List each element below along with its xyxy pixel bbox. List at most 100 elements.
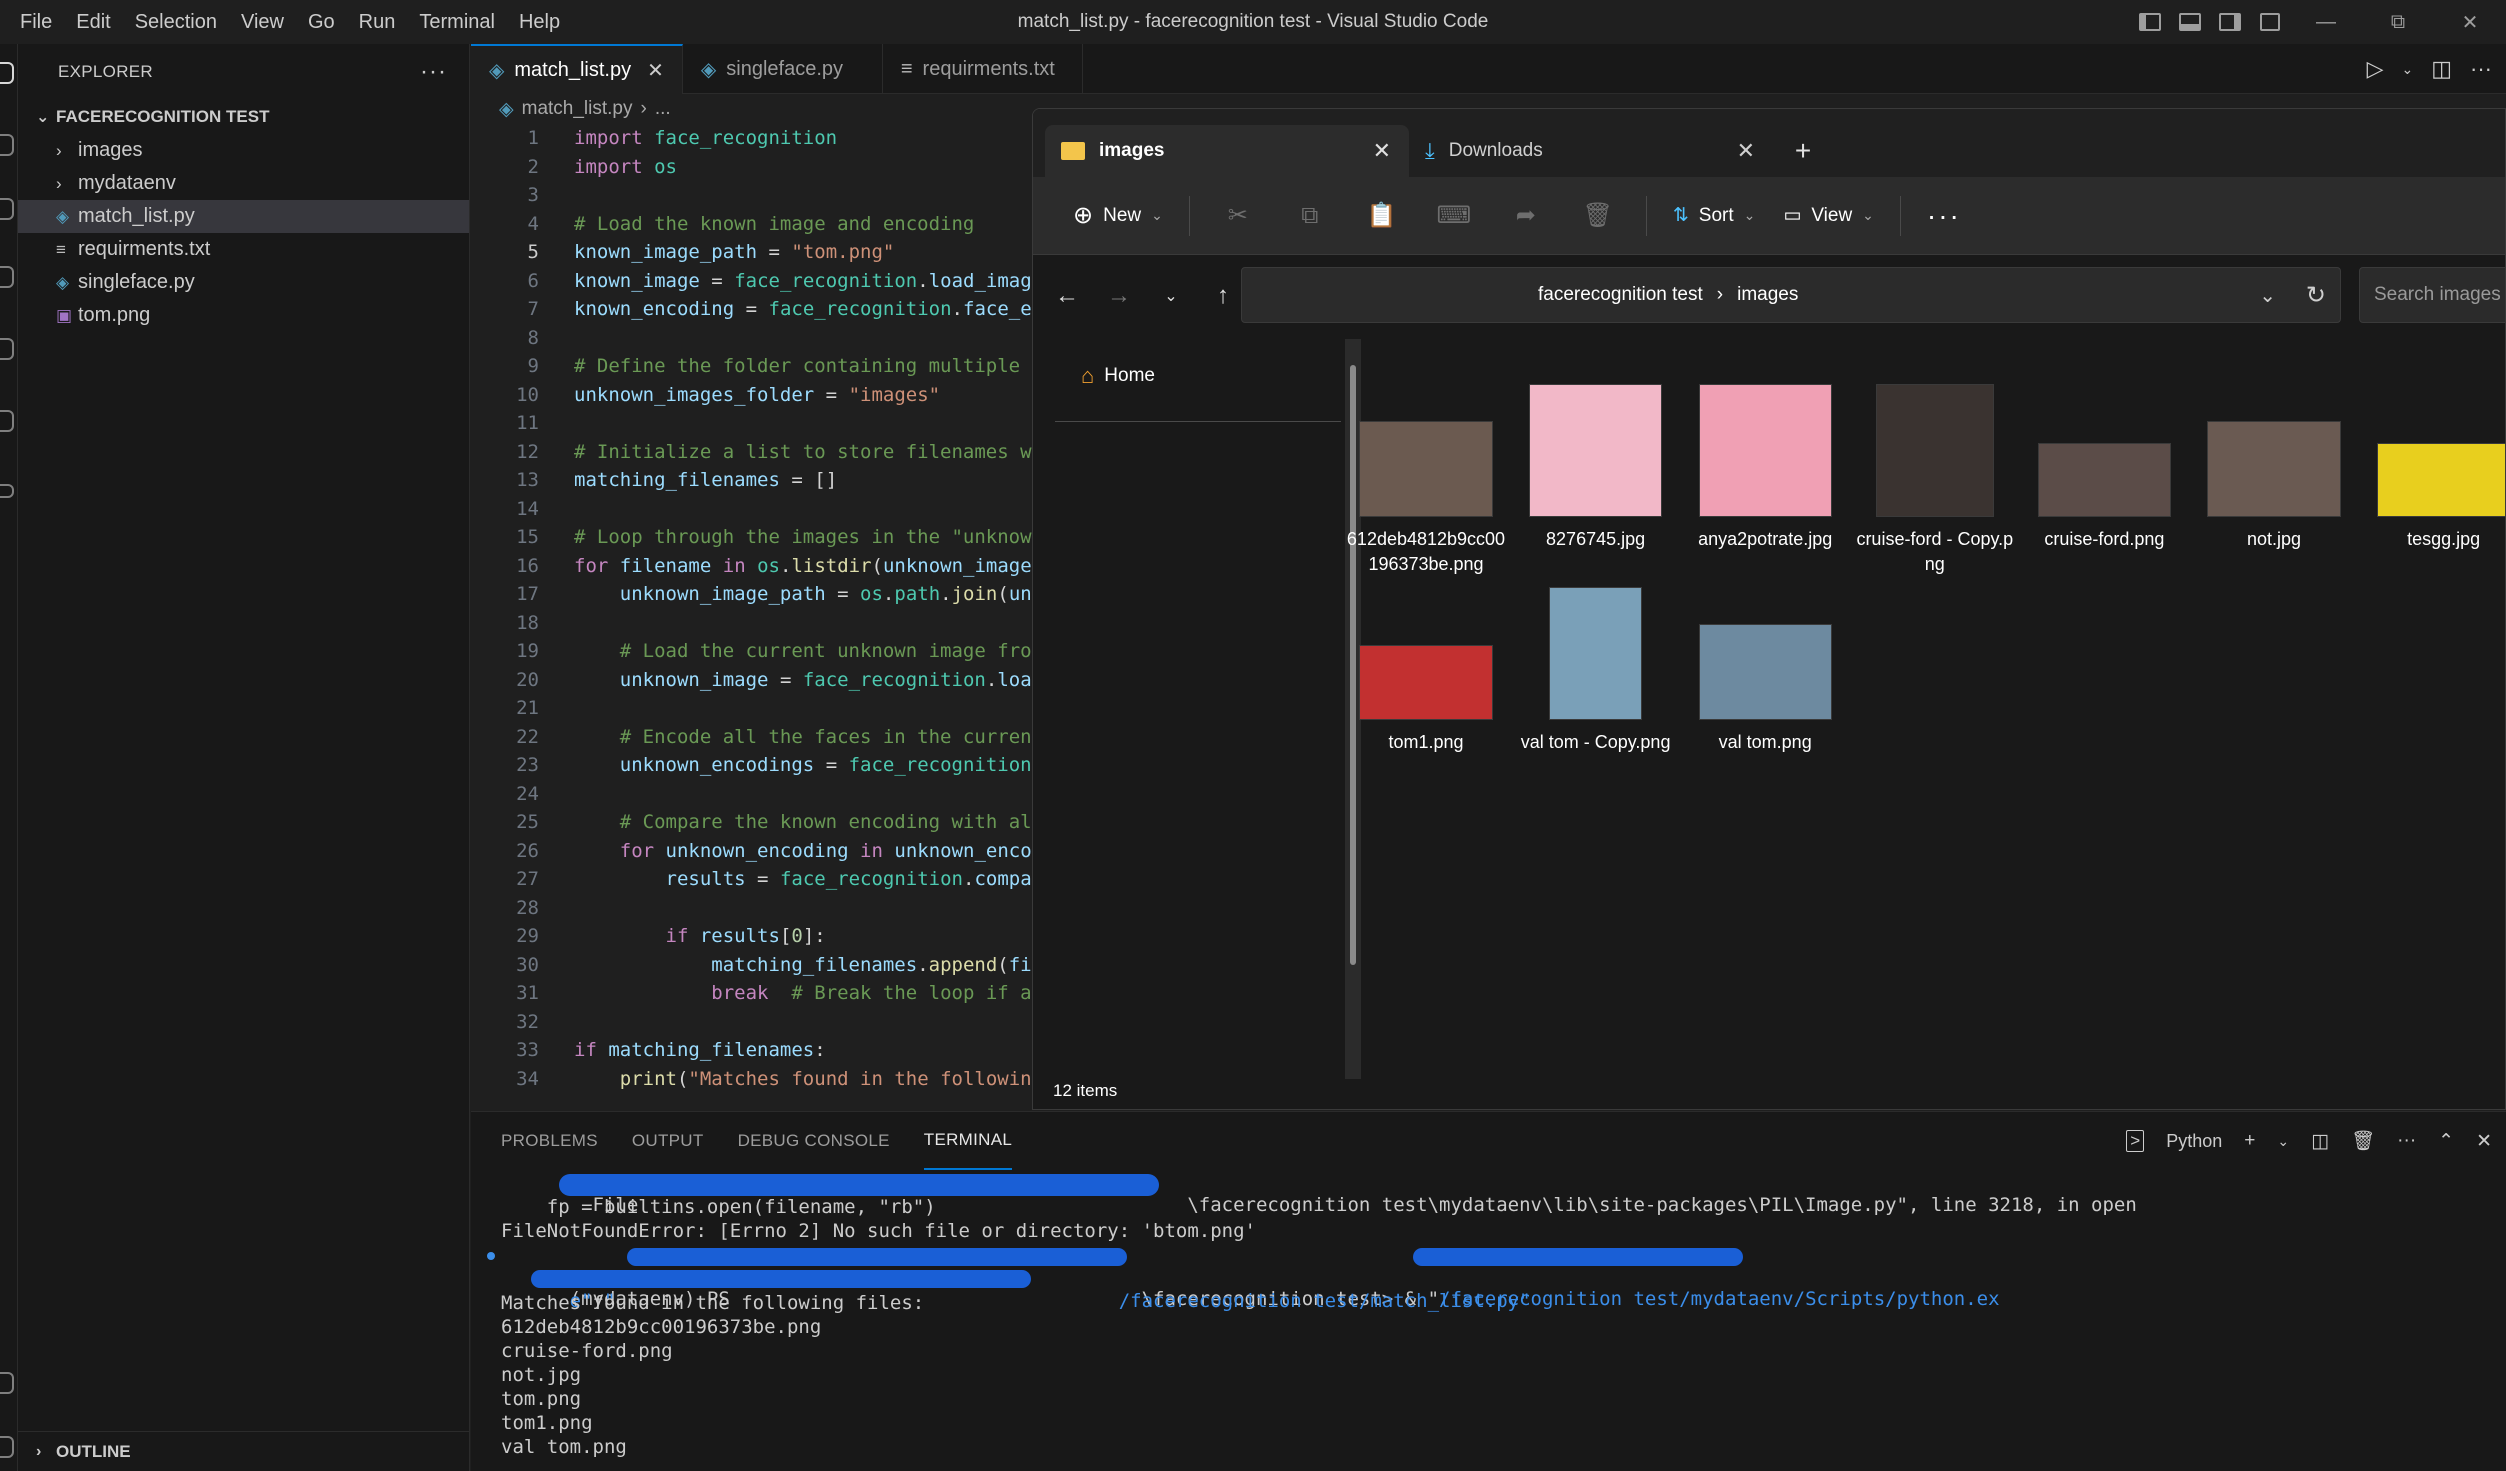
- file-item[interactable]: 8276745.jpg: [1521, 377, 1671, 552]
- tree-item-singleface[interactable]: ◈ singleface.py: [18, 266, 469, 299]
- explorer-activity-icon[interactable]: [0, 62, 14, 84]
- chevron-down-icon[interactable]: ⌄: [2277, 1133, 2289, 1150]
- workspace-folder[interactable]: ⌄ FACERECOGNITION TEST: [18, 100, 469, 134]
- menu-view[interactable]: View: [229, 0, 296, 44]
- toggle-secondary-sidebar-icon[interactable]: [2210, 0, 2250, 44]
- file-item[interactable]: cruise-ford.png: [2029, 377, 2179, 552]
- menu-edit[interactable]: Edit: [64, 0, 122, 44]
- more-actions-icon[interactable]: ···: [2470, 56, 2492, 82]
- toggle-primary-sidebar-icon[interactable]: [2130, 0, 2170, 44]
- menu-go[interactable]: Go: [296, 0, 347, 44]
- file-item[interactable]: 612deb4812b9cc00196373be.png: [1347, 377, 1505, 577]
- path-segment[interactable]: images: [1737, 284, 1798, 306]
- close-window-icon[interactable]: ✕: [2434, 0, 2506, 44]
- terminal-line: fp = builtins.open(filename, "rb"): [501, 1196, 2506, 1220]
- cut-icon[interactable]: ✂: [1202, 177, 1274, 255]
- file-item[interactable]: tesgg.jpg: [2369, 377, 2505, 552]
- tab-problems[interactable]: PROBLEMS: [501, 1112, 598, 1170]
- more-actions-icon[interactable]: ···: [420, 58, 447, 86]
- account-activity-icon[interactable]: [0, 1372, 14, 1394]
- source-control-activity-icon[interactable]: [0, 198, 14, 220]
- more-actions-icon[interactable]: ···: [2397, 1130, 2416, 1152]
- sidebar: EXPLORER ··· ⌄ FACERECOGNITION TEST › im…: [18, 44, 470, 1471]
- image-thumbnail-icon: [2037, 442, 2172, 517]
- close-tab-icon[interactable]: ✕: [1737, 138, 1755, 164]
- close-tab-icon[interactable]: ✕: [1373, 138, 1391, 164]
- tab-requirments[interactable]: ≡ requirments.txt: [883, 44, 1083, 94]
- chevron-down-icon[interactable]: ⌄: [2401, 61, 2413, 78]
- menu-file[interactable]: File: [8, 0, 64, 44]
- view-button[interactable]: ▭ View ⌄: [1769, 177, 1888, 255]
- tab-label: Downloads: [1448, 140, 1543, 161]
- tree-item-images[interactable]: › images: [18, 134, 469, 167]
- tree-item-tom-png[interactable]: ▣ tom.png: [18, 299, 469, 332]
- file-thumbnail-frame: [1528, 377, 1663, 517]
- minimize-icon[interactable]: —: [2290, 0, 2362, 44]
- recent-locations-icon[interactable]: ⌄: [1145, 286, 1197, 306]
- file-item[interactable]: not.jpg: [2199, 377, 2349, 552]
- testing-activity-icon[interactable]: [0, 484, 14, 498]
- copy-icon[interactable]: ⧉: [1274, 177, 1346, 255]
- terminal-line: tom.png: [501, 1388, 2506, 1412]
- new-terminal-icon[interactable]: +: [2244, 1130, 2255, 1152]
- new-tab-icon[interactable]: +: [1773, 125, 1833, 177]
- file-item[interactable]: val tom - Copy.png: [1521, 580, 1671, 755]
- remote-explorer-activity-icon[interactable]: [0, 410, 14, 432]
- menu-selection[interactable]: Selection: [123, 0, 229, 44]
- terminal-output[interactable]: File \facerecognition test\mydataenv\lib…: [471, 1172, 2506, 1460]
- close-tab-icon[interactable]: ✕: [647, 58, 664, 83]
- split-terminal-icon[interactable]: ◫: [2311, 1130, 2329, 1153]
- trash-icon[interactable]: 🗑: [2351, 1129, 2375, 1153]
- file-item[interactable]: cruise-ford - Copy.png: [1856, 377, 2013, 577]
- split-editor-icon[interactable]: ◫: [2431, 56, 2452, 82]
- tree-item-mydataenv[interactable]: › mydataenv: [18, 167, 469, 200]
- menu-run[interactable]: Run: [347, 0, 408, 44]
- toggle-panel-icon[interactable]: [2170, 0, 2210, 44]
- tab-match-list[interactable]: ◈ match_list.py ✕: [471, 44, 683, 94]
- run-debug-activity-icon[interactable]: [0, 266, 14, 288]
- search-activity-icon[interactable]: [0, 134, 14, 156]
- file-item[interactable]: anya2potrate.jpg: [1690, 377, 1840, 552]
- tree-item-match-list[interactable]: ◈ match_list.py: [18, 200, 469, 233]
- tab-images[interactable]: images ✕: [1045, 125, 1409, 177]
- tab-terminal[interactable]: TERMINAL: [923, 1112, 1013, 1170]
- tab-output[interactable]: OUTPUT: [632, 1112, 704, 1170]
- nav-item-home[interactable]: ⌂ Home: [1081, 363, 1155, 389]
- back-arrow-icon[interactable]: ←: [1041, 282, 1093, 310]
- restore-icon[interactable]: ⧉: [2362, 0, 2434, 44]
- outline-section[interactable]: › OUTLINE: [18, 1431, 470, 1471]
- tree-item-requirments[interactable]: ≡ requirments.txt: [18, 233, 469, 266]
- search-input[interactable]: Search images: [2359, 267, 2505, 323]
- share-icon[interactable]: ➦: [1490, 177, 1562, 255]
- paste-icon[interactable]: 📋: [1346, 177, 1418, 255]
- refresh-icon[interactable]: ↻: [2306, 281, 2326, 310]
- file-item[interactable]: tom1.png: [1351, 580, 1501, 755]
- code-text: if matching_filenames:: [574, 1039, 826, 1062]
- delete-icon[interactable]: 🗑: [1562, 177, 1634, 255]
- tab-debug-console[interactable]: DEBUG CONSOLE: [738, 1112, 890, 1170]
- rename-icon[interactable]: ⌨: [1418, 177, 1490, 255]
- close-panel-icon[interactable]: ✕: [2476, 1130, 2492, 1153]
- run-python-icon[interactable]: ▷: [2367, 56, 2384, 82]
- extensions-activity-icon[interactable]: [0, 338, 14, 360]
- new-button[interactable]: ⊕ New ⌄: [1059, 177, 1177, 255]
- sort-button[interactable]: ⇅ Sort ⌄: [1659, 177, 1770, 255]
- more-options-icon[interactable]: ···: [1913, 177, 1975, 255]
- menu-terminal[interactable]: Terminal: [407, 0, 507, 44]
- tab-singleface[interactable]: ◈ singleface.py: [683, 44, 883, 94]
- manage-gear-icon[interactable]: [0, 1436, 14, 1458]
- customize-layout-icon[interactable]: [2250, 0, 2290, 44]
- maximize-panel-icon[interactable]: ⌃: [2438, 1130, 2454, 1153]
- chevron-down-icon[interactable]: ⌄: [2259, 283, 2276, 308]
- forward-arrow-icon[interactable]: →: [1093, 282, 1145, 310]
- file-item[interactable]: val tom.png: [1690, 580, 1840, 755]
- breadcrumb-rest[interactable]: ...: [655, 98, 671, 120]
- breadcrumb-file[interactable]: match_list.py: [522, 98, 633, 120]
- tab-downloads[interactable]: ⤓ Downloads ✕: [1409, 125, 1773, 177]
- address-bar[interactable]: facerecognition test › images ⌄ ↻: [1241, 267, 2341, 323]
- file-explorer-toolbar: ⊕ New ⌄ ✂ ⧉ 📋 ⌨ ➦ 🗑 ⇅ Sort ⌄ ▭ View ⌄ ··…: [1033, 177, 2505, 255]
- terminal-shell-name[interactable]: Python: [2166, 1131, 2222, 1152]
- home-icon: ⌂: [1081, 363, 1095, 388]
- path-segment[interactable]: facerecognition test: [1538, 284, 1703, 306]
- menu-help[interactable]: Help: [507, 0, 572, 44]
